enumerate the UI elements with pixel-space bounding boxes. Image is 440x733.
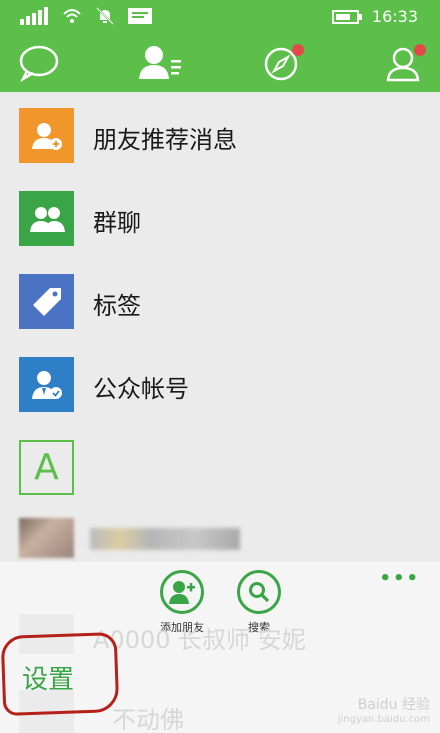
menu-item-friend-recommendations[interactable]: 朋友推荐消息: [0, 92, 440, 175]
watermark: Baidu 经验 jingyan.baidu.com: [338, 694, 430, 725]
menu-item-official-accounts[interactable]: 公众帐号: [0, 341, 440, 424]
more-options-icon[interactable]: •••: [379, 568, 420, 589]
battery-icon: [332, 10, 362, 24]
search-circle: [237, 570, 281, 614]
contact-name-blurred: [90, 528, 240, 550]
watermark-title: Baidu 经验: [357, 697, 430, 713]
tab-discover[interactable]: [260, 40, 306, 86]
search-icon: [249, 582, 270, 603]
menu-item-label: 标签: [93, 292, 141, 320]
add-person-icon: [169, 581, 195, 604]
menu-item-label: 朋友推荐消息: [93, 126, 237, 154]
wifi-icon: [63, 9, 81, 23]
contact-list: 朋友推荐消息 群聊 标签 公众帐号 A: [0, 92, 440, 562]
me-badge: [414, 44, 426, 56]
ghost-contact-name: A0000 长叔师 安妮: [93, 626, 306, 654]
menu-item-group-chats[interactable]: 群聊: [0, 175, 440, 258]
tab-bar: [0, 34, 440, 92]
ghost-contact-name-2: 不动佛: [112, 706, 184, 733]
message-icon: [128, 8, 152, 24]
tab-contacts[interactable]: [137, 40, 183, 86]
status-icons: [20, 7, 152, 25]
signal-icon: [20, 7, 48, 25]
status-bar: 16:33: [0, 0, 440, 34]
contact-row-blurred[interactable]: [0, 518, 440, 558]
avatar: [19, 518, 74, 558]
chat-bubble-icon: [19, 45, 59, 82]
tag-icon: [19, 274, 74, 329]
contacts-icon: [139, 46, 181, 79]
menu-item-label: 群聊: [93, 209, 141, 237]
discover-badge: [292, 44, 304, 56]
watermark-url: jingyan.baidu.com: [337, 714, 430, 725]
mute-bell-icon: [96, 7, 114, 25]
index-letter[interactable]: A: [19, 440, 74, 495]
highlight-annotation: [0, 632, 120, 716]
official-account-icon: [19, 357, 74, 412]
group-icon: [19, 191, 74, 246]
menu-item-tags[interactable]: 标签: [0, 258, 440, 341]
tab-chats[interactable]: [16, 40, 62, 86]
tab-me[interactable]: [382, 40, 428, 86]
status-time: 16:33: [371, 7, 418, 26]
add-friend-circle: [160, 570, 204, 614]
add-friend-icon: [19, 108, 74, 163]
menu-item-label: 公众帐号: [93, 375, 189, 403]
